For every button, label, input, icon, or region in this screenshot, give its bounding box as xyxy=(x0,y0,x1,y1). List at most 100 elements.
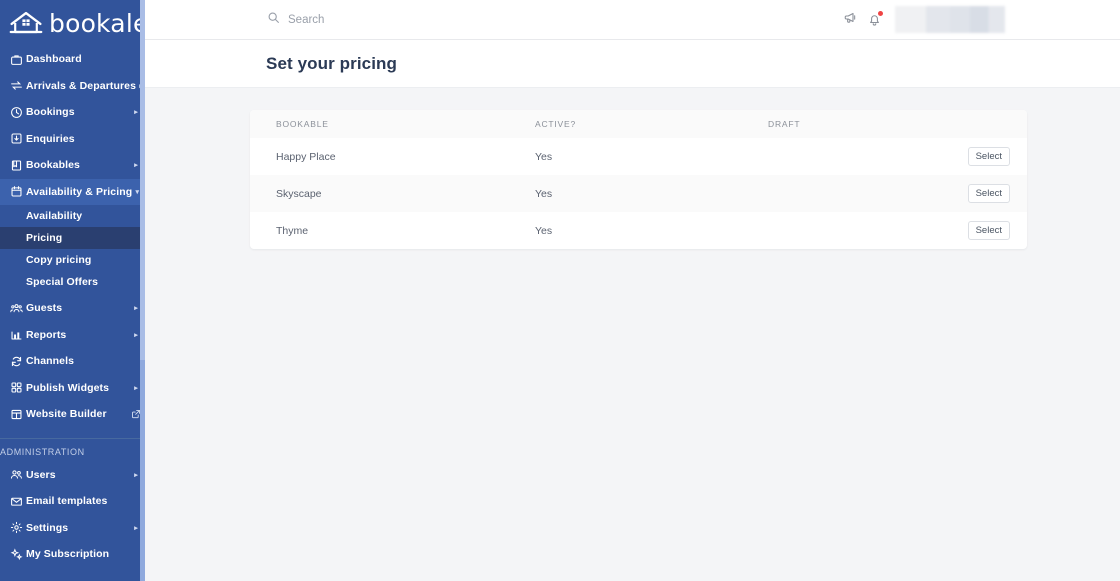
sidebar-subitem-label: Special Offers xyxy=(26,276,99,288)
table-row: Happy Place Yes Select xyxy=(250,138,1027,175)
cell-active: Yes xyxy=(535,150,553,163)
brand-name: bookalet xyxy=(49,8,145,38)
top-bar xyxy=(145,0,1120,40)
sidebar-item-label: Channels xyxy=(26,355,75,368)
page-title: Set your pricing xyxy=(266,53,398,73)
cell-action: Select xyxy=(963,212,1027,249)
sidebar-item-guests[interactable]: Guests ▸ xyxy=(0,295,145,322)
table-row: Skyscape Yes Select xyxy=(250,175,1027,212)
table-header-row: BOOKABLE ACTIVE? DRAFT xyxy=(250,110,1027,138)
briefcase-icon xyxy=(6,53,26,66)
sidebar-subitem-label: Availability xyxy=(26,210,83,222)
clock-icon xyxy=(6,106,26,119)
sidebar-subitem-label: Copy pricing xyxy=(26,254,92,266)
sidebar-item-users[interactable]: Users ▸ xyxy=(0,462,145,489)
column-header-active: ACTIVE? xyxy=(535,119,577,129)
bookables-table: BOOKABLE ACTIVE? DRAFT Happy Place Yes S… xyxy=(250,110,1027,249)
users-icon xyxy=(6,468,26,481)
account-menu[interactable] xyxy=(895,6,1005,33)
top-bar-actions xyxy=(843,6,1120,33)
cell-action: Select xyxy=(963,138,1027,175)
app-root: bookalet Dashboard Arrivals & Departures… xyxy=(0,0,1120,581)
sidebar-item-label: Dashboard xyxy=(26,53,82,66)
sparkle-icon xyxy=(6,548,26,561)
table-body: Happy Place Yes Select Skyscape Yes Sele… xyxy=(250,138,1027,249)
sidebar-item-label: Publish Widgets xyxy=(26,381,110,394)
column-header-action xyxy=(963,110,1027,138)
cell-bookable: Thyme xyxy=(276,224,309,237)
sidebar-item-email-templates[interactable]: Email templates xyxy=(0,488,145,515)
sidebar-item-reports[interactable]: Reports ▸ xyxy=(0,322,145,349)
sidebar-subitem-special-offers[interactable]: Special Offers xyxy=(0,271,145,293)
sidebar-subitem-availability[interactable]: Availability xyxy=(0,205,145,227)
sidebar-item-label: Bookables xyxy=(26,159,80,172)
sidebar-item-my-subscription[interactable]: My Subscription xyxy=(0,541,145,568)
select-button[interactable]: Select xyxy=(967,147,1010,166)
sidebar-divider xyxy=(0,437,145,439)
sidebar-item-label: Bookings xyxy=(26,106,75,119)
cell-bookable: Happy Place xyxy=(276,150,336,163)
sidebar-item-label: Users xyxy=(26,468,56,481)
cell-draft xyxy=(768,175,963,212)
sidebar-scrollbar-thumb[interactable] xyxy=(140,0,145,360)
cell-bookable: Skyscape xyxy=(276,187,322,200)
megaphone-icon[interactable] xyxy=(843,10,858,30)
sidebar-subitem-pricing[interactable]: Pricing xyxy=(0,227,145,249)
sidebar-item-label: Arrivals & Departures xyxy=(26,79,137,92)
sidebar-item-channels[interactable]: Channels xyxy=(0,348,145,375)
cell-draft xyxy=(768,138,963,175)
sidebar-item-settings[interactable]: Settings ▸ xyxy=(0,515,145,542)
table-header: BOOKABLE ACTIVE? DRAFT xyxy=(250,110,1027,138)
sidebar: bookalet Dashboard Arrivals & Departures… xyxy=(0,0,145,581)
brand-logo[interactable]: bookalet xyxy=(0,0,145,46)
search-icon xyxy=(267,11,280,29)
search-input[interactable] xyxy=(288,13,488,26)
layout-icon xyxy=(6,408,26,421)
sidebar-item-label: My Subscription xyxy=(26,548,110,561)
sidebar-scrollbar[interactable] xyxy=(140,0,145,581)
sidebar-item-label: Availability & Pricing xyxy=(26,185,133,198)
exchange-arrows-icon xyxy=(6,79,26,92)
sidebar-item-enquiries[interactable]: Enquiries xyxy=(0,126,145,153)
search-container[interactable] xyxy=(267,11,488,29)
select-button[interactable]: Select xyxy=(967,221,1010,240)
sidebar-item-bookings[interactable]: Bookings ▸ xyxy=(0,99,145,126)
page-header: Set your pricing xyxy=(145,40,1120,88)
cell-draft xyxy=(768,212,963,249)
sidebar-section-label: ADMINISTRATION xyxy=(0,446,85,457)
gear-icon xyxy=(6,521,26,534)
grid-squares-icon xyxy=(6,381,26,394)
notifications-bell[interactable] xyxy=(867,11,883,27)
cell-action: Select xyxy=(963,175,1027,212)
column-header-bookable: BOOKABLE xyxy=(276,119,329,129)
pricing-table-card: BOOKABLE ACTIVE? DRAFT Happy Place Yes S… xyxy=(250,110,1027,249)
cell-active: Yes xyxy=(535,224,553,237)
sidebar-item-bookables[interactable]: Bookables ▸ xyxy=(0,152,145,179)
content-area: BOOKABLE ACTIVE? DRAFT Happy Place Yes S… xyxy=(145,88,1120,581)
sidebar-item-label: Enquiries xyxy=(26,132,75,145)
sidebar-item-label: Website Builder xyxy=(26,408,107,421)
sidebar-subitem-copy-pricing[interactable]: Copy pricing xyxy=(0,249,145,271)
sidebar-item-availability-pricing[interactable]: Availability & Pricing ▾ xyxy=(0,178,145,205)
select-button[interactable]: Select xyxy=(967,184,1010,203)
refresh-sync-icon xyxy=(6,355,26,368)
sidebar-item-label: Email templates xyxy=(26,495,108,508)
book-icon xyxy=(6,159,26,172)
envelope-icon xyxy=(6,495,26,508)
sidebar-item-label: Settings xyxy=(26,521,69,534)
sidebar-subitem-label: Pricing xyxy=(26,232,63,244)
calendar-icon xyxy=(6,185,26,198)
house-icon xyxy=(8,9,44,37)
table-row: Thyme Yes Select xyxy=(250,212,1027,249)
people-group-icon xyxy=(6,302,26,315)
sidebar-item-publish-widgets[interactable]: Publish Widgets ▸ xyxy=(0,375,145,402)
main-area: Set your pricing BOOKABLE ACTIVE? DRAFT xyxy=(145,0,1120,581)
bar-chart-icon xyxy=(6,328,26,341)
sidebar-item-website-builder[interactable]: Website Builder xyxy=(0,401,145,428)
sidebar-item-dashboard[interactable]: Dashboard xyxy=(0,46,145,73)
inbox-download-icon xyxy=(6,132,26,145)
sidebar-item-label: Guests xyxy=(26,302,63,315)
notification-dot xyxy=(878,11,883,16)
cell-active: Yes xyxy=(535,187,553,200)
sidebar-item-arrivals-departures[interactable]: Arrivals & Departures ▸ xyxy=(0,73,145,100)
